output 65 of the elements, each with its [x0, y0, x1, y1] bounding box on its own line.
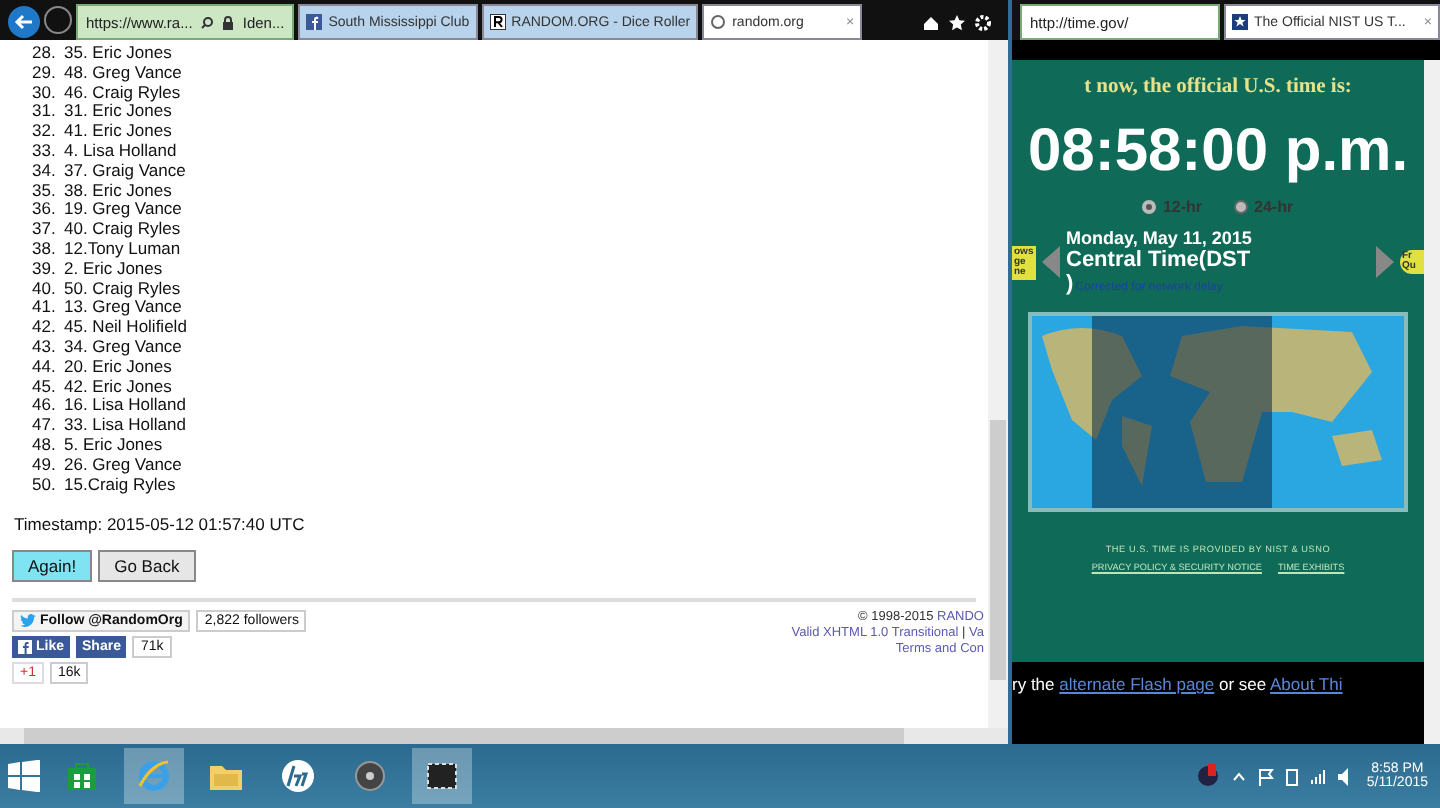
radio-dot[interactable] — [1234, 200, 1248, 214]
result-row-text: 44. 20. Eric Jones — [30, 357, 174, 378]
alert-icon[interactable] — [1196, 764, 1221, 788]
result-row-text: 31. 31. Eric Jones — [30, 102, 172, 123]
battery-icon[interactable] — [1286, 767, 1299, 785]
loading-icon — [710, 14, 727, 30]
page-link[interactable]: alternate Flash page — [1059, 674, 1215, 694]
home-icon[interactable] — [922, 14, 940, 32]
lock-icon — [222, 15, 235, 29]
folder-icon[interactable] — [208, 760, 244, 792]
result-row-text: 36. 19. Greg Vance — [30, 200, 184, 221]
settings-icon[interactable] — [974, 14, 992, 32]
search-icon[interactable] — [200, 15, 215, 29]
bird-icon — [20, 614, 36, 629]
vertical-scrollbar[interactable] — [1424, 60, 1440, 744]
result-row-text: 40. 50. Craig Ryles — [30, 279, 183, 299]
back-button[interactable] — [8, 6, 40, 38]
result-row-text: 34. 37. Graig Vance — [30, 161, 188, 182]
result-row-text: 29. 48. Greg Vance — [30, 63, 184, 84]
windows-start-icon[interactable] — [8, 760, 40, 792]
result-row-text: 45. 42. Eric Jones — [30, 377, 174, 397]
page-button[interactable]: Again! — [12, 550, 93, 583]
result-row-text: 46. 16. Lisa Holland — [30, 396, 188, 417]
flag-icon[interactable] — [1258, 767, 1275, 785]
star-logo-icon — [1232, 14, 1248, 30]
result-row-text: 39. 2. Eric Jones — [30, 259, 165, 280]
horizontal-scrollbar[interactable] — [0, 728, 1008, 744]
vertical-scrollbar[interactable] — [988, 40, 1008, 728]
forward-button[interactable] — [44, 6, 72, 34]
time-zone-text: Central Time(DST — [1066, 248, 1253, 272]
time-zone-text: ) — [1066, 272, 1074, 296]
result-row-text: 49. 26. Greg Vance — [30, 455, 184, 476]
letter-logo-icon — [489, 14, 506, 30]
date-text: Monday, May 11, 2015 — [1066, 228, 1254, 248]
band-text: ry the — [1012, 674, 1057, 694]
result-row-text: 32. 41. Eric Jones — [30, 122, 174, 142]
disc-icon[interactable] — [352, 758, 388, 794]
result-row-text: 41. 13. Greg Vance — [30, 298, 184, 319]
signal-icon[interactable] — [1310, 768, 1327, 784]
page-button[interactable]: Go Back — [98, 550, 196, 583]
hp-logo-icon[interactable] — [280, 758, 316, 794]
result-row-text: 50. 15.Craig Ryles — [30, 475, 178, 495]
result-row-text: 48. 5. Eric Jones — [30, 435, 165, 456]
result-row-text: 30. 46. Craig Ryles — [30, 83, 183, 103]
result-row-text: 38. 12.Tony Luman — [30, 239, 183, 260]
result-row-text: 28. 35. Eric Jones — [30, 44, 174, 64]
result-row-text: 33. 4. Lisa Holland — [30, 141, 179, 162]
heading-text: t now, the official U.S. time is: — [1084, 76, 1352, 98]
facebook-icon — [18, 640, 32, 655]
clock-time: 08:58:00 p.m. — [1027, 118, 1409, 186]
screen-capture-icon[interactable] — [424, 760, 460, 792]
back-arrow-icon — [14, 14, 34, 30]
result-row-text: 43. 34. Greg Vance — [30, 337, 184, 358]
band-text: or see — [1216, 674, 1269, 694]
store-icon[interactable] — [66, 760, 98, 792]
star-icon[interactable] — [948, 14, 966, 32]
result-row-text: 35. 38. Eric Jones — [30, 181, 174, 201]
chevron-up-icon[interactable] — [1232, 771, 1247, 781]
page-link[interactable]: About Thi — [1270, 674, 1343, 694]
result-row-text: 37. 40. Craig Ryles — [30, 220, 183, 240]
result-row-text: 47. 33. Lisa Holland — [30, 416, 188, 436]
facebook-icon — [306, 14, 323, 30]
timestamp-text: Timestamp: 2015-05-12 01:57:40 UTC — [12, 514, 307, 535]
result-row-text: 42. 45. Neil Holifield — [30, 318, 189, 338]
radio-dot[interactable] — [1142, 200, 1157, 214]
